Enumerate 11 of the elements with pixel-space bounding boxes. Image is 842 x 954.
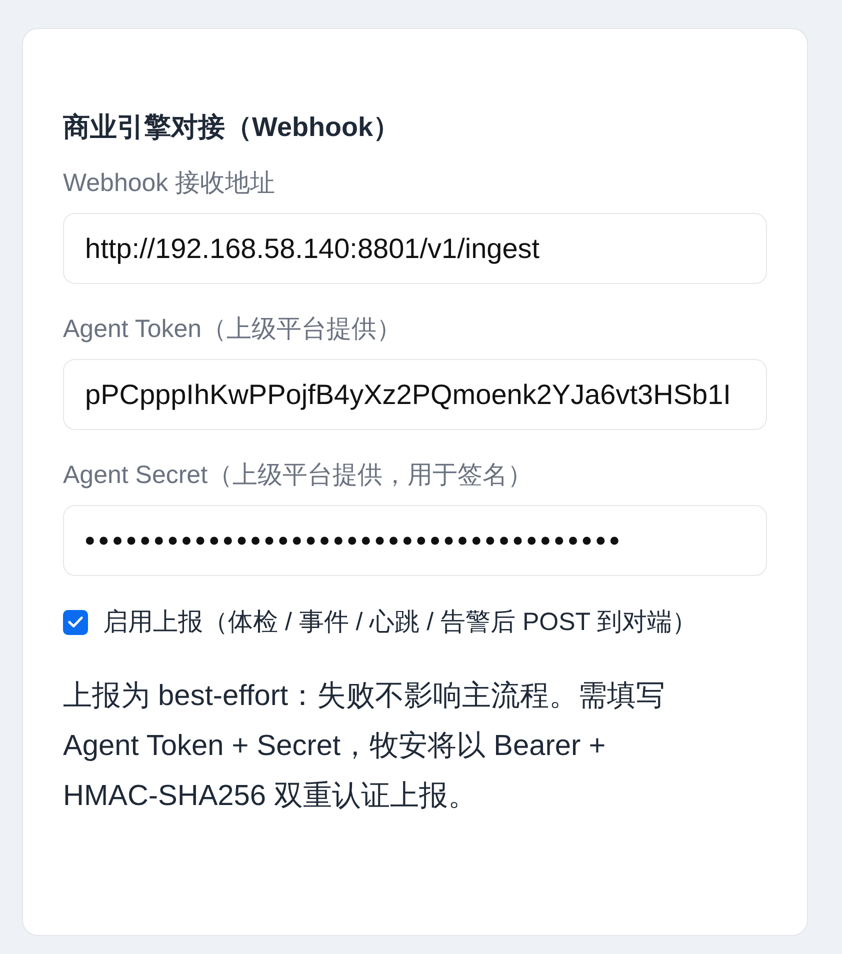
checkmark-icon bbox=[68, 616, 83, 628]
agent-token-field[interactable]: pPCpppIhKwPPojfB4yXz2PQmoenk2YJa6vt3HSb1I bbox=[63, 359, 767, 430]
help-text: 上报为 best-effort：失败不影响主流程。需填写 Agent Token + Secret，牧安将以 Bearer + HMAC-SHA256 双重认证上报。 bbox=[63, 679, 666, 814]
checkbox[interactable] bbox=[63, 610, 88, 634]
field-label: Webhook 接收地址 bbox=[63, 168, 276, 199]
agent-secret-field[interactable]: ••••••••••••••••••••••••••••••••••••••• bbox=[63, 505, 767, 576]
webhook-url-field[interactable]: http://192.168.58.140:8801/v1/ingest bbox=[63, 213, 767, 284]
field-label: Agent Secret（上级平台提供，用于签名） bbox=[63, 460, 533, 491]
field-label: Agent Token（上级平台提供） bbox=[63, 314, 402, 345]
checkbox-label: 启用上报（体检 / 事件 / 心跳 / 告警后 POST 到对端） bbox=[103, 607, 698, 637]
section-title: 商业引擎对接（Webhook） bbox=[63, 111, 400, 144]
